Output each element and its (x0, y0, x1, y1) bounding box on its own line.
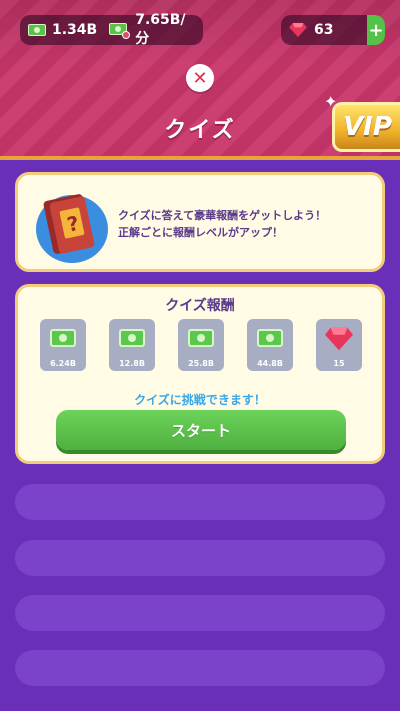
cash-icon (119, 329, 145, 347)
income-rate: 7.65B/分 (135, 12, 186, 47)
money-pill: 1.34B 7.65B/分 (20, 12, 203, 47)
reward-item-2: 12.8B (109, 319, 155, 371)
empty-slot (15, 650, 385, 686)
info-line-2: 正解ごとに報酬レベルがアップ！ (118, 226, 283, 239)
reward-item-1: 6.24B (40, 319, 86, 371)
challenge-hint: クイズに挑戦できます！ (134, 393, 266, 407)
cash-icon (50, 329, 76, 347)
info-text: クイズに答えて豪華報酬をゲットしよう！ 正解ごとに報酬レベルがアップ！ (118, 207, 380, 241)
reward-amount: 15 (333, 359, 345, 368)
header: 1.34B 7.65B/分 63 + ✕ クイズ ✦ VIP (0, 0, 400, 160)
empty-slot (15, 540, 385, 576)
gems-amount: 63 (314, 22, 334, 38)
gems-pill: 63 + (281, 15, 385, 45)
quiz-book-icon: ? (36, 194, 108, 263)
reward-amount: 12.8B (119, 359, 145, 368)
info-line-1: クイズに答えて豪華報酬をゲットしよう！ (118, 209, 327, 222)
gem-icon (325, 327, 353, 351)
reward-item-3: 25.8B (178, 319, 224, 371)
cash-icon (257, 329, 283, 347)
reward-item-4: 44.8B (247, 319, 293, 371)
reward-amount: 44.8B (257, 359, 283, 368)
reward-item-5: 15 (316, 319, 362, 371)
empty-slot (15, 595, 385, 631)
cash-amount: 1.34B (52, 22, 98, 38)
reward-amount: 6.24B (50, 359, 76, 368)
reward-list: 6.24B 12.8B 25.8B 44.8B 15 (40, 319, 362, 371)
close-button[interactable]: ✕ (186, 64, 214, 92)
reward-card: クイズ報酬 6.24B 12.8B 25.8B 44.8B 15 クイズに挑戦で… (15, 284, 385, 464)
reward-amount: 25.8B (188, 359, 214, 368)
income-rate-icon (109, 23, 131, 39)
cash-icon (28, 24, 46, 36)
start-button[interactable]: スタート (56, 410, 346, 450)
empty-slot (15, 484, 385, 520)
vip-button[interactable]: VIP (332, 102, 400, 152)
reward-title: クイズ報酬 (165, 298, 235, 314)
add-gems-button[interactable]: + (367, 15, 385, 45)
cash-icon (188, 329, 214, 347)
gem-icon (289, 23, 307, 37)
info-card: ? クイズに答えて豪華報酬をゲットしよう！ 正解ごとに報酬レベルがアップ！ (15, 172, 385, 272)
